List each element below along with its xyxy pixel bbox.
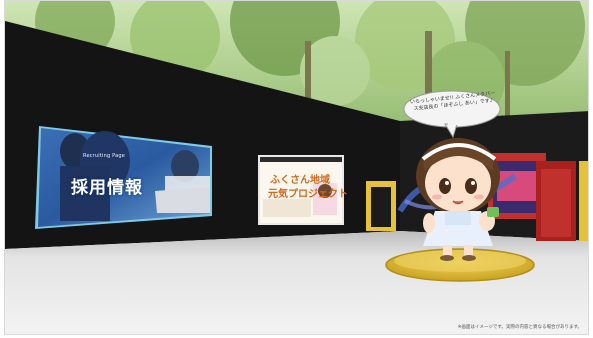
booth-red-right — [536, 161, 576, 241]
recruit-screen-subtitle: Recruiting Page — [83, 153, 126, 159]
floor — [5, 231, 588, 334]
booth-yellow-right — [579, 161, 588, 241]
recruit-screen-title[interactable]: 採用情報 — [71, 173, 143, 198]
footer-disclaimer: ※画面はイメージです。実際の内容と異なる場合があります。 — [457, 325, 582, 330]
scene-canvas[interactable] — [5, 1, 589, 335]
poster-title-line-1[interactable]: ふくさん地域 — [270, 171, 330, 186]
poster-title-line-2[interactable]: 元気プロジェクト — [268, 185, 348, 200]
metaverse-viewport[interactable]: Recruiting Page 採用情報 ふくさん地域 元気プロジェクト いらっ… — [4, 0, 589, 335]
booth-yellow-left — [366, 181, 396, 231]
